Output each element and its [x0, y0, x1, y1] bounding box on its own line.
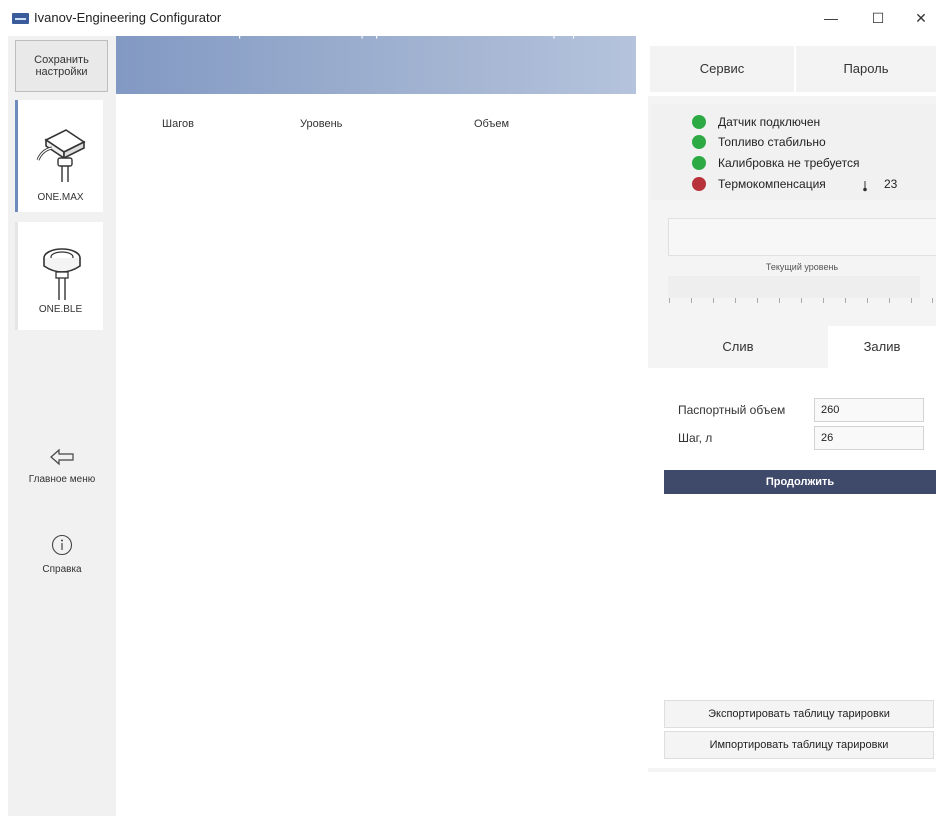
sensor-ble-icon: [43, 248, 81, 300]
temperature-value: 23: [884, 177, 898, 191]
tab-password[interactable]: Пароль: [796, 46, 936, 92]
step-label: Шаг, л: [678, 431, 713, 445]
save-settings-button[interactable]: Сохранить настройки: [15, 40, 108, 92]
status-thermo: Термокомпенсация: [718, 177, 826, 191]
passport-volume-input[interactable]: [814, 398, 924, 422]
continue-button[interactable]: Продолжить: [664, 470, 936, 494]
export-calibration-button[interactable]: Экспортировать таблицу тарировки: [664, 700, 934, 728]
sensor-max-icon: [36, 129, 86, 182]
level-tick: [801, 298, 802, 303]
current-level-label: Текущий уровень: [765, 262, 839, 272]
tab-fill[interactable]: Залив: [828, 326, 936, 368]
column-header-volume: Объем: [474, 118, 510, 130]
level-tick: [845, 298, 846, 303]
level-tick: [713, 298, 714, 303]
level-tick: [867, 298, 868, 303]
main-tabs: [116, 36, 636, 94]
step-input[interactable]: [814, 426, 924, 450]
passport-volume-label: Паспортный объем: [678, 403, 786, 417]
main-menu-label: Главное меню: [28, 474, 96, 485]
level-tick: [735, 298, 736, 303]
arrow-left-icon: [50, 448, 74, 466]
device-label-one-max: ONE.MAX: [37, 192, 84, 203]
level-tick: [757, 298, 758, 303]
device-card-one-ble[interactable]: ONE.BLE: [15, 222, 103, 330]
status-dot-connected: [692, 115, 706, 129]
close-button[interactable]: ✕: [906, 6, 936, 30]
help-label: Справка: [42, 564, 82, 575]
thermometer-icon: [863, 181, 867, 192]
level-tick: [911, 298, 912, 303]
status-dot-thermo: [692, 177, 706, 191]
level-tick: [691, 298, 692, 303]
window-title: Ivanov-Engineering Configurator: [34, 10, 222, 25]
device-label-one-ble: ONE.BLE: [38, 304, 83, 315]
tab-service[interactable]: Сервис: [650, 46, 794, 92]
level-tick: [932, 298, 933, 303]
level-tick: [889, 298, 890, 303]
maximize-button[interactable]: ☐: [863, 6, 893, 30]
column-header-level: Уровень: [300, 118, 343, 130]
status-dot-calibration: [692, 156, 706, 170]
column-header-steps: Шагов: [162, 118, 194, 130]
level-bar: [668, 276, 920, 298]
tab-main-settings[interactable]: Основные настройки: [146, 24, 273, 39]
info-icon: [51, 534, 73, 556]
tab-filtration[interactable]: Фильтрация: [516, 24, 589, 39]
current-level-display: [668, 218, 936, 256]
tab-drain[interactable]: Слив: [648, 326, 828, 368]
level-tick: [669, 298, 670, 303]
save-settings-label: Сохранить настройки: [34, 54, 89, 78]
status-connected: Датчик подключен: [718, 115, 821, 129]
status-calibration: Калибровка не требуется: [718, 156, 860, 170]
level-tick: [779, 298, 780, 303]
main-menu-button[interactable]: Главное меню: [8, 448, 116, 485]
minimize-button[interactable]: —: [816, 6, 846, 30]
import-calibration-button[interactable]: Импортировать таблицу тарировки: [664, 731, 934, 759]
help-button[interactable]: Справка: [8, 534, 116, 575]
app-logo-icon: [12, 13, 29, 24]
level-tick: [823, 298, 824, 303]
fill-drain-tabs: Слив Залив: [648, 326, 936, 368]
status-dot-fuel: [692, 135, 706, 149]
status-fuel-stable: Топливо стабильно: [718, 135, 826, 149]
tab-calibration[interactable]: Тарировка: [346, 24, 410, 39]
device-card-one-max[interactable]: ONE.MAX: [15, 100, 103, 212]
